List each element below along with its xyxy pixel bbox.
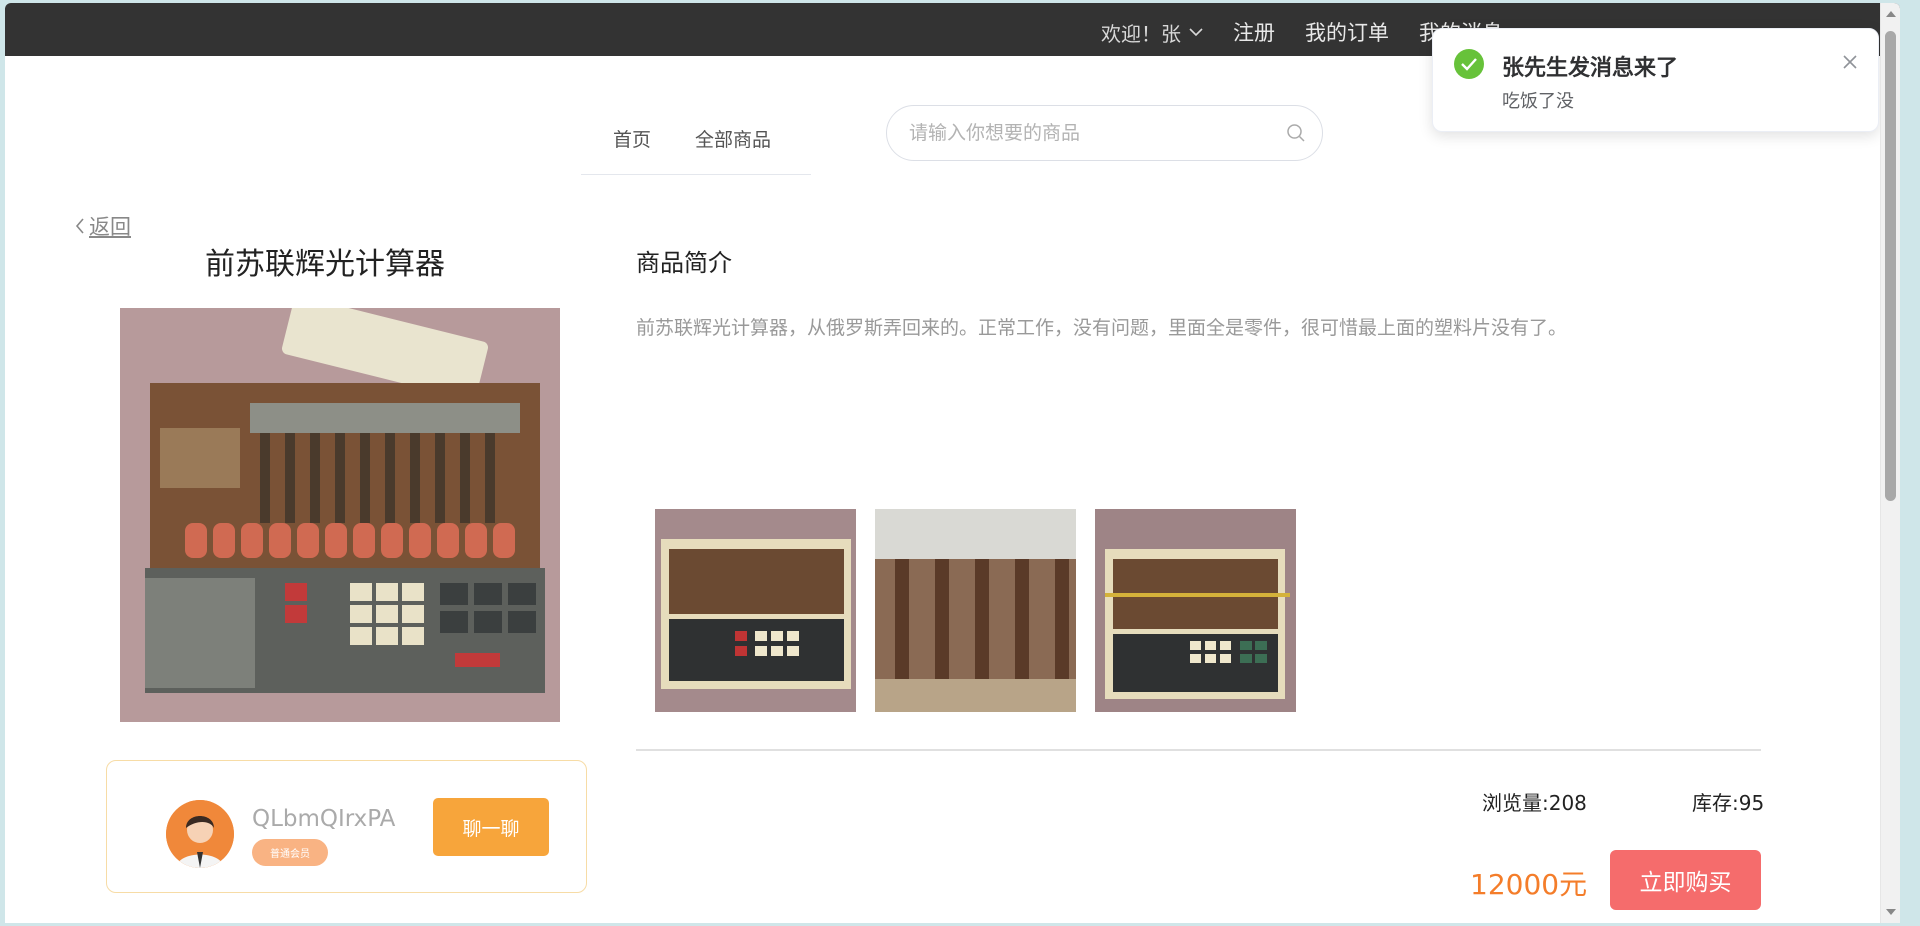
seller-name[interactable]: QLbmQIrxPA — [252, 806, 395, 832]
product-title: 前苏联辉光计算器 — [205, 247, 445, 282]
scrollbar-thumb[interactable] — [1885, 31, 1896, 501]
menu-item-home[interactable]: 首页 — [613, 125, 651, 152]
browser-page: 欢迎！张 注册 我的订单 我的消息 首页 全部商品 返回 前苏联辉光计算器 — [5, 3, 1900, 923]
price: 12000元 — [1470, 868, 1588, 901]
welcome-label: 欢迎！张 — [1101, 21, 1181, 46]
thumbnail-gallery — [655, 509, 1315, 712]
thumbnail-image[interactable] — [875, 509, 1076, 712]
chevron-left-icon — [75, 218, 84, 234]
back-label: 返回 — [89, 215, 131, 239]
notification-title: 张先生发消息来了 — [1502, 56, 1679, 81]
stock-count: 库存:95 — [1692, 791, 1765, 815]
my-orders-link[interactable]: 我的订单 — [1305, 17, 1389, 47]
divider — [636, 749, 1761, 751]
product-main-image — [120, 308, 560, 722]
close-icon[interactable] — [1842, 54, 1858, 70]
back-link[interactable]: 返回 — [75, 211, 131, 241]
menu-item-all-products[interactable]: 全部商品 — [695, 125, 771, 152]
member-badge: 普通会员 — [252, 839, 328, 866]
check-icon — [1454, 49, 1484, 79]
chat-button[interactable]: 聊一聊 — [433, 798, 549, 856]
main-menu: 首页 全部商品 — [581, 103, 811, 175]
chevron-down-icon — [1189, 27, 1203, 36]
notification-message: 吃饭了没 — [1502, 91, 1574, 112]
register-link[interactable]: 注册 — [1233, 17, 1275, 47]
view-count: 浏览量:208 — [1482, 791, 1587, 815]
scroll-up-arrow-icon[interactable] — [1886, 11, 1896, 17]
search-input[interactable] — [909, 122, 1286, 144]
search-box — [886, 105, 1323, 161]
section-title: 商品简介 — [636, 249, 732, 277]
user-menu[interactable]: 欢迎！张 — [1101, 18, 1203, 47]
seller-card: QLbmQIrxPA 普通会员 聊一聊 — [106, 760, 587, 893]
thumbnail-image[interactable] — [1095, 509, 1296, 712]
notification-toast: 张先生发消息来了 吃饭了没 — [1432, 28, 1879, 132]
thumbnail-image[interactable] — [655, 509, 856, 712]
search-icon[interactable] — [1286, 123, 1306, 143]
buy-now-button[interactable]: 立即购买 — [1610, 850, 1761, 910]
scroll-down-arrow-icon[interactable] — [1886, 909, 1896, 915]
scrollbar[interactable] — [1880, 3, 1900, 923]
avatar[interactable] — [166, 800, 234, 868]
product-description: 前苏联辉光计算器，从俄罗斯弄回来的。正常工作，没有问题，里面全是零件，很可惜最上… — [636, 317, 1568, 339]
